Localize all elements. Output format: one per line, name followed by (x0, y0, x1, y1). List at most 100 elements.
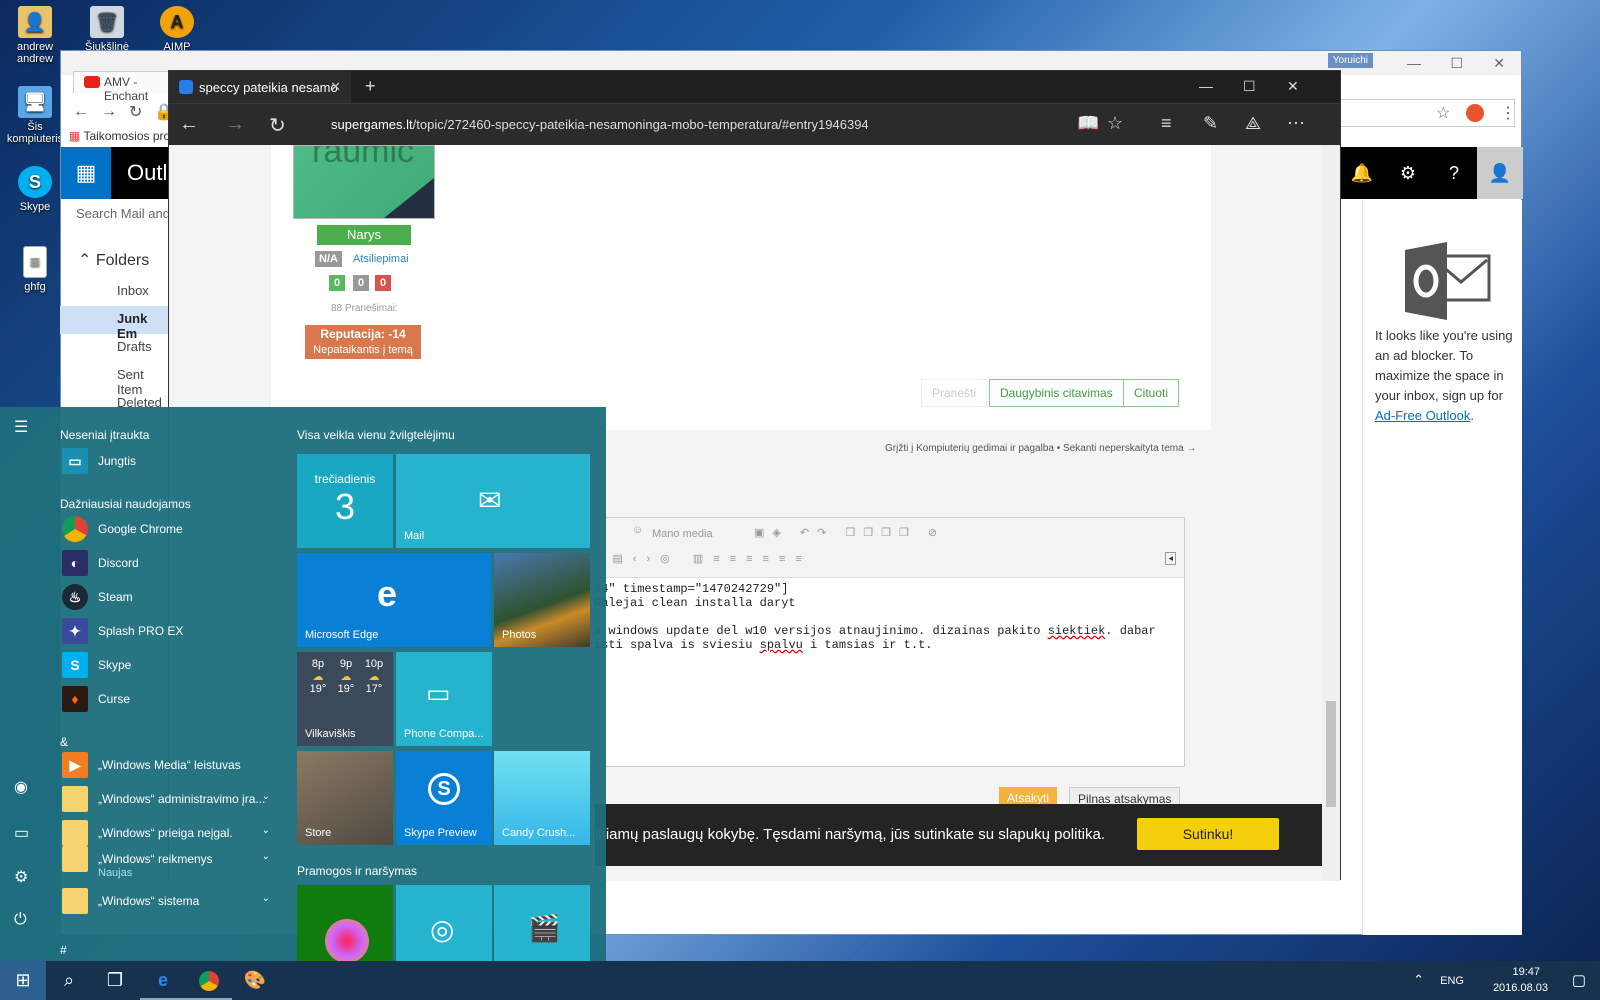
back-icon[interactable]: ← (179, 113, 199, 136)
editor-text[interactable]: 94" timestamp="1470242729"] Galejai clea… (594, 578, 1184, 652)
search-icon[interactable]: ⌕ (46, 961, 92, 1000)
back-icon[interactable]: ← (73, 103, 89, 121)
editor-line: i tamsias ir t.t. (802, 638, 933, 652)
power-icon[interactable]: ⏻ (14, 911, 27, 929)
app-windows-media-player[interactable]: ▶ „Windows Media“ leistuvas (60, 751, 280, 781)
folder-sent[interactable]: Sent Item (60, 362, 170, 397)
app-google-chrome[interactable]: Google Chrome (60, 515, 280, 545)
taskbar-edge-icon[interactable]: e (140, 961, 186, 1000)
action-center-icon[interactable]: ▢ (1572, 971, 1586, 989)
close-tab-icon[interactable]: ✕ (330, 79, 341, 95)
tile-skype-preview[interactable]: S Skype Preview (396, 751, 492, 845)
refresh-icon[interactable]: ↻ (269, 113, 286, 138)
quote-button[interactable]: Cituoti (1123, 379, 1180, 407)
forward-icon[interactable]: → (225, 113, 245, 136)
app-steam[interactable]: ♨ Steam (60, 583, 280, 613)
ad-free-outlook-link[interactable]: Ad-Free Outlook (1375, 408, 1470, 423)
app-curse[interactable]: ♦ Curse (60, 685, 280, 715)
task-view-icon[interactable]: ❐ (92, 961, 138, 1000)
share-icon[interactable]: ⟁ (1245, 113, 1261, 134)
bookmark-apps[interactable]: ▦ Taikomosios pro (69, 129, 170, 143)
folders-header[interactable]: ⌃ Folders (60, 250, 170, 278)
tile-phone-companion[interactable]: ▭ Phone Compa... (396, 652, 492, 746)
tile-weather[interactable]: 8p ☁ 19° 9p ☁ 19° 10p ☁ 17° Vilkaviškis (297, 652, 393, 746)
taskbar-chrome-icon[interactable] (186, 961, 232, 1000)
minimize-icon[interactable]: — (1407, 55, 1421, 71)
tile-candy-crush[interactable]: Candy Crush... (494, 751, 590, 845)
toggle-icon[interactable]: ◂ (1165, 552, 1176, 565)
edge-tab-active[interactable]: speccy pateikia nesamo ✕ (169, 71, 351, 103)
folder-drafts[interactable]: Drafts (60, 334, 170, 362)
breadcrumb[interactable]: Grįžti į Kompiuterių gedimai ir pagalba … (885, 443, 1196, 454)
tile-photos[interactable]: Photos (494, 553, 590, 647)
tile-calendar[interactable]: trečiadienis 3 (297, 454, 393, 548)
reading-view-icon[interactable]: 📖 (1077, 113, 1099, 134)
folder-inbox[interactable]: Inbox (60, 278, 170, 306)
tray-chevron-up-icon[interactable]: ⌃ (1413, 972, 1424, 988)
hub-icon[interactable]: ≡ (1161, 113, 1172, 134)
url-field[interactable]: supergames.lt/topic/272460-speccy-pateik… (331, 117, 869, 132)
outlook-search-input[interactable]: Search Mail and (76, 206, 170, 221)
app-jungtis[interactable]: ▭ Jungtis (60, 447, 280, 477)
file-explorer-icon[interactable]: ▭ (14, 823, 29, 843)
atsiliepimai-link[interactable]: Atsiliepimai (353, 253, 409, 265)
settings-gear-icon[interactable]: ⚙ (14, 867, 28, 887)
chrome-tab-youtube[interactable]: AMV - Enchant (73, 71, 173, 103)
gear-icon[interactable]: ⚙ (1385, 147, 1431, 199)
user-account-icon[interactable]: ◉ (14, 777, 28, 797)
maximize-icon[interactable]: ☐ (1243, 78, 1256, 95)
taskbar-paint-icon[interactable]: 🎨 (232, 961, 278, 1000)
favorite-star-icon[interactable]: ☆ (1107, 113, 1123, 134)
chrome-profile-name[interactable]: Yoruichi (1327, 53, 1373, 68)
start-button[interactable]: ⊞ (0, 961, 46, 1000)
app-splash-pro[interactable]: ✦ Splash PRO EX (60, 617, 280, 647)
new-tab-icon[interactable]: + (365, 76, 376, 97)
folder-windows-admin[interactable]: „Windows“ administravimo įra... ⌄ (60, 785, 280, 815)
amp-header[interactable]: & (60, 735, 68, 749)
app-skype[interactable]: S Skype (60, 651, 280, 681)
scrollbar-thumb[interactable] (1326, 701, 1336, 807)
report-button[interactable]: Pranešti (921, 379, 988, 407)
avatar[interactable]: 👤 (1477, 147, 1523, 199)
star-icon[interactable]: ☆ (1436, 103, 1450, 123)
reply-editor[interactable]: ☺ Mano media ▣◈ ↶↷ ❐❐❐❐ ⊘ ◇▤‹›◎ ▥≡≡≡≡≡≡ … (593, 517, 1185, 767)
tile-store[interactable]: Store (297, 751, 393, 845)
app-launcher-icon[interactable]: ▦ (61, 147, 111, 199)
tile-xbox[interactable] (297, 885, 393, 963)
desktop-icon-recycle-bin[interactable]: 🗑 Šiukšlinė (72, 6, 142, 53)
close-icon[interactable]: ✕ (1493, 55, 1505, 72)
app-discord[interactable]: ◐ Discord (60, 549, 280, 579)
edge-address-bar: ← → ↻ supergames.lt/topic/272460-speccy-… (169, 103, 1340, 145)
web-note-icon[interactable]: ✎ (1203, 113, 1218, 134)
multi-quote-button[interactable]: Daugybinis citavimas (989, 379, 1124, 407)
language-indicator[interactable]: ENG (1440, 975, 1464, 987)
reload-icon[interactable]: ↻ (129, 102, 142, 122)
maximize-icon[interactable]: ☐ (1450, 55, 1463, 72)
tile-microsoft-edge[interactable]: e Microsoft Edge (297, 553, 491, 647)
edge-scrollbar[interactable] (1322, 145, 1340, 881)
extension-badge-icon[interactable] (1466, 104, 1484, 122)
tile-groove-music[interactable]: ◎ (396, 885, 492, 961)
desktop-icon-aimp[interactable]: A AIMP (142, 6, 212, 53)
tile-mail[interactable]: ✉ Mail (396, 454, 590, 548)
help-icon[interactable]: ? (1431, 147, 1477, 199)
hash-header[interactable]: # (60, 943, 67, 957)
minimize-icon[interactable]: — (1199, 78, 1213, 94)
editor-media-button[interactable]: Mano media (652, 528, 713, 540)
clock-time[interactable]: 19:47 (1512, 966, 1540, 978)
forward-icon[interactable]: → (101, 103, 117, 121)
hamburger-menu-icon[interactable]: ☰ (14, 417, 28, 437)
more-icon[interactable]: ⋯ (1287, 113, 1305, 134)
folder-windows-system[interactable]: „Windows“ sistema ⌄ (60, 887, 280, 917)
app-label: Curse (98, 692, 131, 706)
clock-date[interactable]: 2016.08.03 (1493, 982, 1548, 994)
bell-icon[interactable]: 🔔 (1339, 147, 1385, 199)
emoticon-icon[interactable]: ☺ (632, 524, 643, 536)
chrome-menu-icon[interactable]: ⋮ (1500, 103, 1516, 123)
cookie-accept-button[interactable]: Sutinku! (1137, 818, 1279, 850)
chrome-address-right[interactable]: ☆ ⋮ (1339, 99, 1516, 127)
tile-movies-tv[interactable]: 🎬 (494, 885, 590, 961)
close-icon[interactable]: ✕ (1287, 78, 1299, 95)
folder-windows-accessories[interactable]: „Windows“ reikmenys Naujas ⌄ (60, 845, 280, 879)
folder-junk[interactable]: Junk Em (60, 306, 170, 341)
